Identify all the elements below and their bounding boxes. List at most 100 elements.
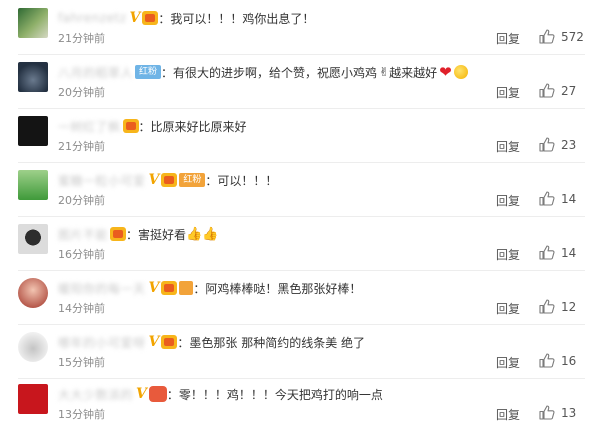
- avatar[interactable]: [18, 116, 48, 146]
- reply-button[interactable]: 回复: [496, 30, 520, 47]
- thumbs-up-icon: [539, 83, 555, 98]
- comment-time: 14分钟前: [58, 302, 105, 315]
- comment-time: 21分钟前: [58, 140, 105, 153]
- reply-button[interactable]: 回复: [496, 246, 520, 263]
- avatar[interactable]: [18, 332, 48, 362]
- like-button[interactable]: 14: [539, 245, 576, 260]
- comment-list: fahrenzetz V ：我可以！！！鸡你出息了！ 21分钟前 回复 572 …: [0, 0, 603, 430]
- comment-item: 一树红了枫 ：比原来好比原来好 21分钟前 回复 23: [0, 110, 603, 163]
- comment-time: 15分钟前: [58, 356, 105, 369]
- verified-icon: V: [148, 172, 160, 188]
- divider: [18, 270, 585, 271]
- like-button[interactable]: 16: [539, 353, 576, 368]
- reply-button[interactable]: 回复: [496, 300, 520, 317]
- thumbs-up-icon: [539, 405, 555, 420]
- comment-text: ：比原来好比原来好: [138, 119, 247, 134]
- thumbs-emoji-icon: 👍: [202, 226, 219, 242]
- fan-badge: 红粉: [135, 65, 162, 79]
- vip-icon: [161, 173, 178, 187]
- comment-item: fahrenzetz V ：我可以！！！鸡你出息了！ 21分钟前 回复 572: [0, 2, 603, 55]
- comment-text: ：害挺好看: [126, 227, 187, 242]
- reply-button[interactable]: 回复: [496, 192, 520, 209]
- comment-text: ：我可以！！！鸡你出息了！: [158, 11, 315, 26]
- divider: [18, 324, 585, 325]
- username[interactable]: fahrenzetz: [58, 11, 127, 25]
- username[interactable]: 八月的稻草人: [58, 64, 133, 81]
- thumbs-up-icon: [539, 137, 555, 152]
- like-count: 572: [561, 29, 584, 44]
- divider: [18, 54, 585, 55]
- thumbs-emoji-icon: 👍: [186, 226, 203, 242]
- fan-badge: [179, 281, 194, 295]
- avatar[interactable]: [18, 8, 48, 38]
- member-badge-icon: [148, 386, 167, 402]
- wings-emoji-icon: ✌: [379, 65, 390, 79]
- comment-item: 蜜糖一粒小可爱 V 红粉 ：可以！！！ 20分钟前 回复 14: [0, 164, 603, 217]
- vip-icon: [161, 335, 178, 349]
- comment-item: 大大少数派的 V ：零！！！鸡！！！今天把鸡打的响一点 13分钟前 回复 13: [0, 378, 603, 430]
- comment-item: 暖阳你的每一天 V ：阿鸡棒棒哒！黑色那张好棒！ 14分钟前 回复 12: [0, 272, 603, 325]
- like-count: 13: [561, 405, 577, 420]
- like-count: 14: [561, 245, 577, 260]
- verified-icon: V: [148, 334, 160, 350]
- comment-text-tail: 越来越好: [389, 65, 438, 80]
- avatar[interactable]: [18, 62, 48, 92]
- like-count: 23: [561, 137, 577, 152]
- like-button[interactable]: 13: [539, 405, 576, 420]
- comment-time: 16分钟前: [58, 248, 105, 261]
- like-count: 14: [561, 191, 577, 206]
- reply-button[interactable]: 回复: [496, 354, 520, 371]
- username[interactable]: 图片不能: [58, 226, 108, 243]
- fan-badge: 红粉: [179, 173, 206, 187]
- kiss-emoji-icon: [453, 65, 468, 79]
- username[interactable]: 蜜糖一粒小可爱: [58, 172, 146, 189]
- avatar[interactable]: [18, 170, 48, 200]
- comment-time: 20分钟前: [58, 194, 105, 207]
- like-button[interactable]: 12: [539, 299, 576, 314]
- comment-text: ：阿鸡棒棒哒！黑色那张好棒！: [193, 281, 362, 296]
- avatar[interactable]: [18, 224, 48, 254]
- verified-icon: V: [148, 280, 160, 296]
- comment-text: ：零！！！鸡！！！今天把鸡打的响一点: [166, 387, 383, 402]
- like-button[interactable]: 14: [539, 191, 576, 206]
- divider: [18, 108, 585, 109]
- comment-text: ：墨色那张 那种简约的线条美 绝了: [177, 335, 366, 350]
- divider: [18, 216, 585, 217]
- comment-time: 21分钟前: [58, 32, 105, 45]
- vip-icon: [142, 11, 159, 25]
- vip-icon: [122, 119, 139, 133]
- avatar[interactable]: [18, 384, 48, 414]
- like-button[interactable]: 27: [539, 83, 576, 98]
- verified-icon: V: [129, 10, 141, 26]
- thumbs-up-icon: [539, 191, 555, 206]
- like-count: 27: [561, 83, 577, 98]
- like-count: 12: [561, 299, 577, 314]
- avatar[interactable]: [18, 278, 48, 308]
- reply-button[interactable]: 回复: [496, 84, 520, 101]
- comment-time: 13分钟前: [58, 408, 105, 421]
- username[interactable]: 一树红了枫: [58, 118, 121, 135]
- like-count: 16: [561, 353, 577, 368]
- vip-icon: [161, 281, 178, 295]
- vip-icon: [110, 227, 127, 241]
- comment-time: 20分钟前: [58, 86, 105, 99]
- thumbs-up-icon: [539, 353, 555, 368]
- comment-item: 八月的稻草人 红粉 ：有很大的进步啊，给个赞，祝愿小鸡鸡 ✌ 越来越好 ❤ 20…: [0, 56, 603, 109]
- thumbs-up-icon: [539, 299, 555, 314]
- comment-text: ：有很大的进步啊，给个赞，祝愿小鸡鸡: [161, 65, 378, 80]
- username[interactable]: 暖阳你的每一天: [58, 280, 146, 297]
- comment-text: ：可以！！！: [205, 173, 278, 188]
- username[interactable]: 大大少数派的: [58, 386, 133, 403]
- thumbs-up-icon: [539, 245, 555, 260]
- reply-button[interactable]: 回复: [496, 138, 520, 155]
- like-button[interactable]: 23: [539, 137, 576, 152]
- username[interactable]: 哪年的小可爱呀: [58, 334, 146, 351]
- reply-button[interactable]: 回复: [496, 406, 520, 423]
- heart-icon: ❤: [439, 63, 452, 81]
- divider: [18, 162, 585, 163]
- verified-icon: V: [136, 386, 147, 402]
- like-button[interactable]: 572: [539, 29, 584, 44]
- comment-item: 哪年的小可爱呀 V ：墨色那张 那种简约的线条美 绝了 15分钟前 回复 16: [0, 326, 603, 379]
- comment-item: 图片不能 ：害挺好看 👍 👍 16分钟前 回复 14: [0, 218, 603, 271]
- thumbs-up-icon: [539, 29, 555, 44]
